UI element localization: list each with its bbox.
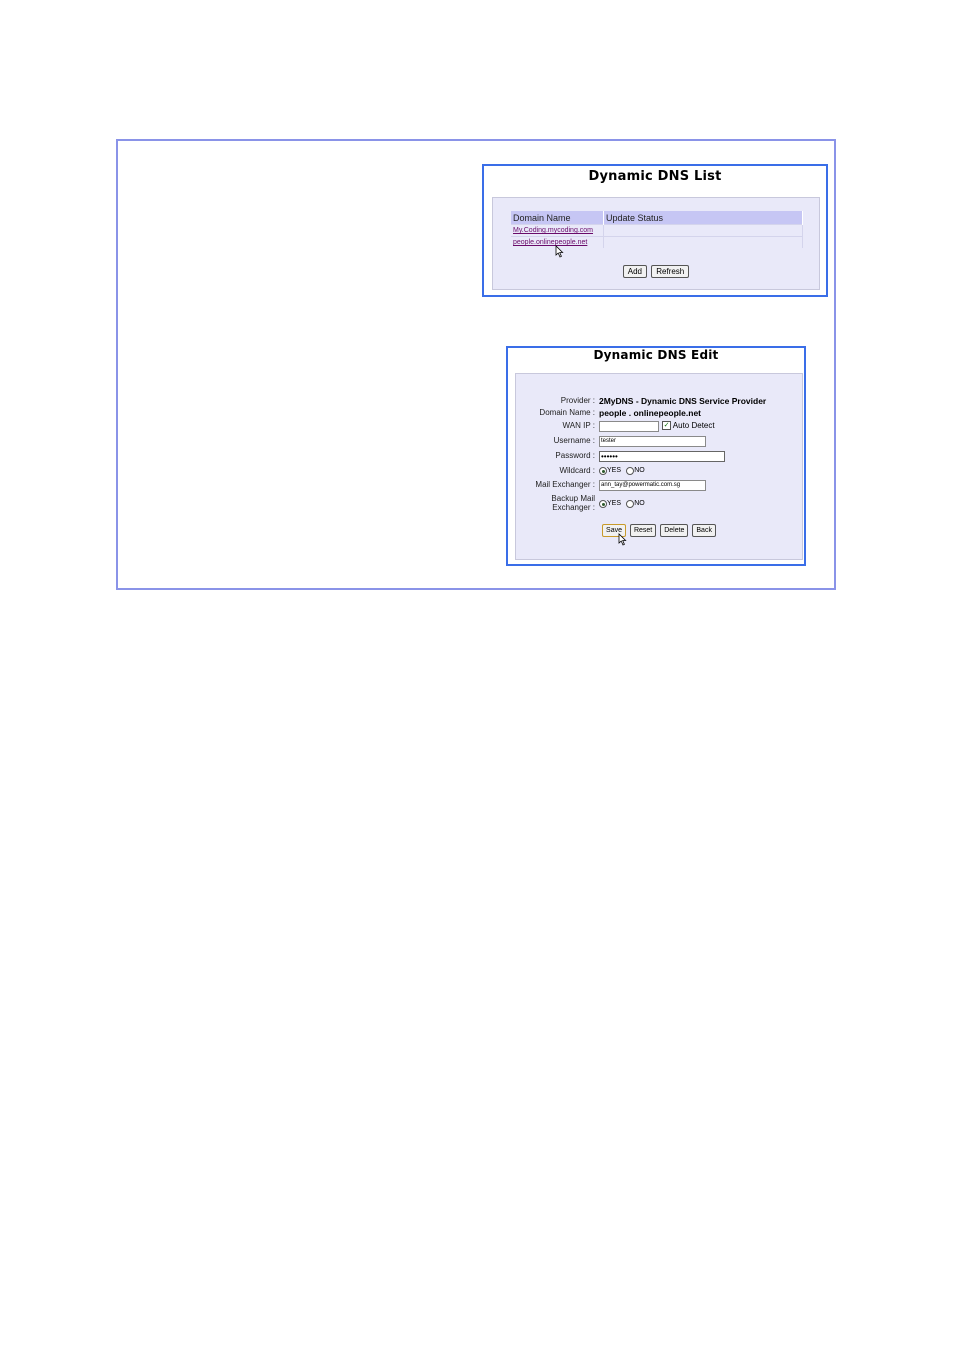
wanip-label: WAN IP :: [562, 421, 595, 430]
column-header-status: Update Status: [603, 211, 803, 225]
mail-exchanger-row: Mail Exchanger : ann_tay@powermatic.com.…: [516, 480, 802, 492]
wanip-input[interactable]: [599, 421, 659, 432]
auto-detect-checkbox[interactable]: ✓: [662, 421, 671, 431]
edit-form: Provider : 2MyDNS - Dynamic DNS Service …: [515, 373, 803, 560]
wildcard-yes-radio[interactable]: [599, 467, 607, 475]
auto-detect-label: Auto Detect: [672, 421, 715, 430]
provider-value: 2MyDNS - Dynamic DNS Service Provider: [599, 396, 767, 406]
delete-button[interactable]: Delete: [660, 524, 689, 537]
wildcard-options: YES NO: [599, 466, 645, 476]
dynamic-dns-edit-panel: Dynamic DNS Edit Provider : 2MyDNS - Dyn…: [506, 346, 806, 566]
edit-button-row: Save Reset Delete Back: [516, 524, 802, 537]
domain-row: Domain Name : people . onlinepeople.net: [516, 408, 802, 420]
wildcard-no-label: NO: [634, 467, 645, 474]
backup-yes-label: YES: [607, 500, 622, 507]
username-label: Username :: [553, 436, 595, 445]
provider-row: Provider : 2MyDNS - Dynamic DNS Service …: [516, 396, 802, 408]
username-input[interactable]: tester: [599, 436, 706, 447]
reset-button[interactable]: Reset: [629, 524, 657, 537]
list-title: Dynamic DNS List: [588, 169, 722, 184]
password-label: Password :: [555, 451, 595, 460]
backup-no-label: NO: [634, 500, 645, 507]
wildcard-label: Wildcard :: [559, 466, 595, 475]
provider-label: Provider :: [560, 396, 595, 405]
status-cell: [603, 224, 803, 237]
domain-link[interactable]: people.onlinepeople.net: [513, 239, 587, 246]
password-row: Password : ••••••: [516, 451, 802, 463]
back-button[interactable]: Back: [692, 524, 716, 537]
auto-detect[interactable]: ✓ Auto Detect: [662, 421, 715, 431]
column-header-domain: Domain Name: [511, 211, 604, 225]
refresh-button[interactable]: Refresh: [651, 265, 690, 278]
list-button-row: Add Refresh: [493, 265, 819, 278]
password-input[interactable]: ••••••: [599, 451, 725, 462]
table-row: My.Coding.mycoding.com: [511, 224, 803, 237]
wildcard-yes-label: YES: [607, 467, 622, 474]
backup-mail-options: YES NO: [599, 499, 645, 509]
mouse-pointer-icon: [618, 533, 627, 546]
dns-table: Domain Name Update Status My.Coding.myco…: [511, 211, 803, 248]
domain-value: people . onlinepeople.net: [599, 408, 702, 418]
wanip-row: WAN IP : ✓ Auto Detect: [516, 421, 802, 433]
username-row: Username : tester: [516, 436, 802, 448]
mouse-pointer-icon: [555, 245, 564, 258]
wildcard-row: Wildcard : YES NO: [516, 466, 802, 478]
dynamic-dns-list-panel: Dynamic DNS List Domain Name Update Stat…: [482, 164, 828, 297]
list-content: Domain Name Update Status My.Coding.myco…: [492, 197, 820, 290]
domain-label: Domain Name :: [539, 408, 595, 417]
backup-yes-radio[interactable]: [599, 500, 607, 508]
backup-mail-row: Backup Mail Exchanger : YES NO: [516, 494, 802, 514]
backup-mail-label-line2: Exchanger :: [552, 503, 595, 512]
domain-link[interactable]: My.Coding.mycoding.com: [513, 227, 593, 234]
edit-title: Dynamic DNS Edit: [593, 348, 719, 362]
add-button[interactable]: Add: [622, 265, 647, 278]
mail-exchanger-label: Mail Exchanger :: [535, 480, 595, 489]
status-cell: [603, 236, 803, 248]
mail-exchanger-input[interactable]: ann_tay@powermatic.com.sg: [599, 480, 706, 491]
